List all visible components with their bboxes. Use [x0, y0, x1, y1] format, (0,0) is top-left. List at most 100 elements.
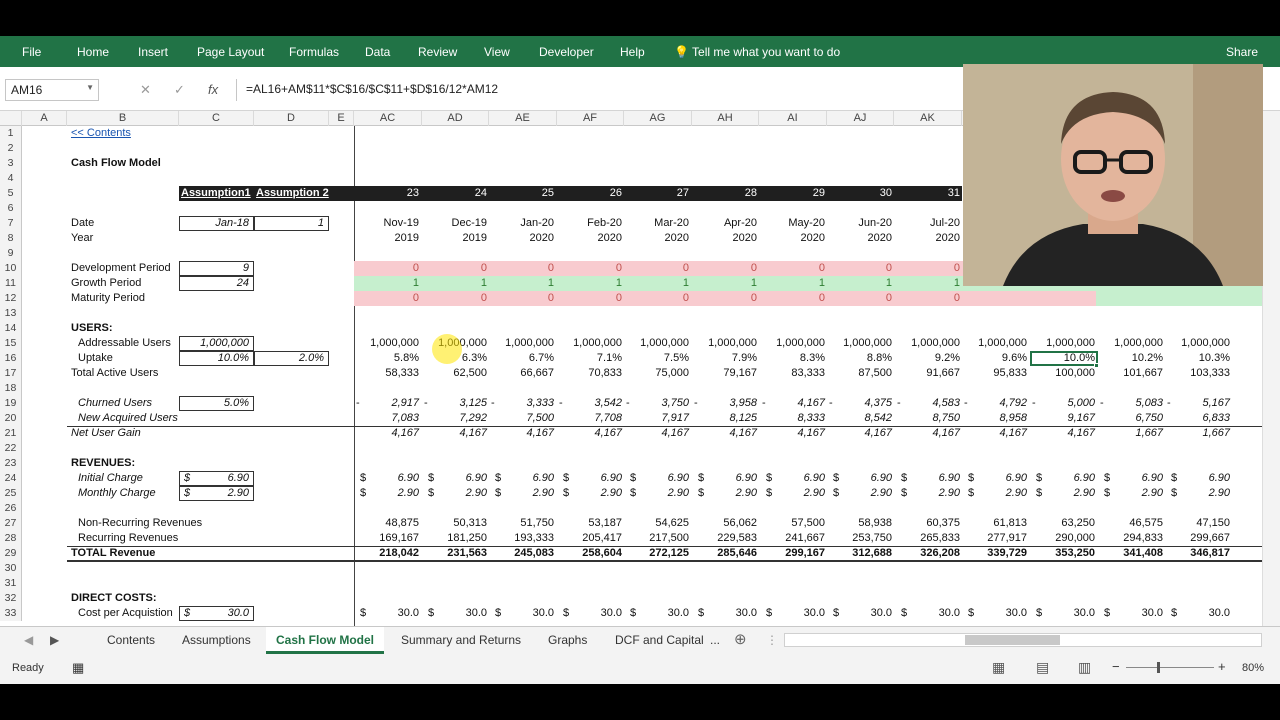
more-options-icon[interactable]: ⋮	[766, 633, 778, 647]
row-header-11[interactable]: 11	[0, 276, 22, 291]
row-header-17[interactable]: 17	[0, 366, 22, 381]
row-header-30[interactable]: 30	[0, 561, 22, 576]
zoom-slider-thumb[interactable]	[1157, 662, 1160, 673]
contents-link[interactable]: << Contents	[71, 127, 171, 140]
sheet-tab-summary-and-returns[interactable]: Summary and Returns	[401, 633, 521, 647]
row-header-8[interactable]: 8	[0, 231, 22, 246]
sheet-tab-cash-flow-model[interactable]: Cash Flow Model	[266, 627, 385, 654]
ribbon-tab-page-layout[interactable]: Page Layout	[197, 45, 264, 59]
sheet-tab-dcf-and-capital[interactable]: DCF and Capital	[615, 633, 704, 647]
prev-sheet-icon[interactable]: ◀	[24, 633, 33, 647]
ribbon-tab-view[interactable]: View	[484, 45, 510, 59]
column-header-af[interactable]: AF	[557, 111, 624, 126]
row-header-14[interactable]: 14	[0, 321, 22, 336]
input-monthly-charge[interactable]: 2.90	[179, 487, 249, 500]
row-header-20[interactable]: 20	[0, 411, 22, 426]
row-header-15[interactable]: 15	[0, 336, 22, 351]
input-initial-charge[interactable]: 6.90	[179, 472, 249, 485]
ribbon-tab-file[interactable]: File	[22, 45, 41, 59]
ribbon-tab-data[interactable]: Data	[365, 45, 390, 59]
row-header-10[interactable]: 10	[0, 261, 22, 276]
column-header-ai[interactable]: AI	[759, 111, 827, 126]
row-header-3[interactable]: 3	[0, 156, 22, 171]
row-header-29[interactable]: 29	[0, 546, 22, 561]
column-header-ag[interactable]: AG	[624, 111, 692, 126]
row-header-24[interactable]: 24	[0, 471, 22, 486]
column-header-ah[interactable]: AH	[692, 111, 759, 126]
row-header-12[interactable]: 12	[0, 291, 22, 306]
sheet-tab-contents[interactable]: Contents	[107, 633, 155, 647]
row-header-25[interactable]: 25	[0, 486, 22, 501]
ribbon-tab-help[interactable]: Help	[620, 45, 645, 59]
tell-me-search[interactable]: 💡 Tell me what you want to do	[674, 45, 840, 59]
column-header-b[interactable]: B	[67, 111, 179, 126]
zoom-slider[interactable]	[1126, 667, 1214, 668]
row-header-1[interactable]: 1	[0, 126, 22, 141]
row-header-6[interactable]: 6	[0, 201, 22, 216]
row-header-7[interactable]: 7	[0, 216, 22, 231]
horizontal-scrollbar[interactable]	[784, 633, 1262, 647]
zoom-in-icon[interactable]: +	[1218, 659, 1226, 674]
zoom-level[interactable]: 80%	[1242, 662, 1264, 674]
ribbon-tab-home[interactable]: Home	[77, 45, 109, 59]
fill-handle[interactable]	[1094, 363, 1099, 368]
name-box[interactable]: AM16 ▼	[5, 79, 99, 101]
row-header-23[interactable]: 23	[0, 456, 22, 471]
column-header-ad[interactable]: AD	[422, 111, 489, 126]
sheet-tab-assumptions[interactable]: Assumptions	[182, 633, 251, 647]
sheet-tab-graphs[interactable]: Graphs	[548, 633, 587, 647]
input-cost-per-acquisition[interactable]: 30.0	[179, 607, 249, 620]
column-header-ac[interactable]: AC	[354, 111, 422, 126]
row-header-19[interactable]: 19	[0, 396, 22, 411]
column-header-ak[interactable]: AK	[894, 111, 962, 126]
column-header-a[interactable]: A	[22, 111, 67, 126]
input-uptake-max[interactable]: 10.0%	[179, 352, 249, 365]
selected-cell-am16[interactable]	[1030, 351, 1098, 366]
column-header-aj[interactable]: AJ	[827, 111, 894, 126]
page-break-view-icon[interactable]: ▥	[1078, 659, 1091, 676]
row-header-4[interactable]: 4	[0, 171, 22, 186]
row-header-33[interactable]: 33	[0, 606, 22, 621]
sheet-tab--[interactable]: ...	[710, 633, 720, 647]
row-header-16[interactable]: 16	[0, 351, 22, 366]
input-uptake-start[interactable]: 2.0%	[254, 352, 324, 365]
row-header-27[interactable]: 27	[0, 516, 22, 531]
row-header-13[interactable]: 13	[0, 306, 22, 321]
input-addressable-users[interactable]: 1,000,000	[179, 337, 249, 350]
page-layout-view-icon[interactable]: ▤	[1036, 659, 1049, 676]
normal-view-icon[interactable]: ▦	[992, 659, 1005, 676]
column-header-e[interactable]: E	[329, 111, 354, 126]
row-header-22[interactable]: 22	[0, 441, 22, 456]
macro-record-icon[interactable]: ▦	[72, 660, 84, 676]
row-header-9[interactable]: 9	[0, 246, 22, 261]
column-header-ae[interactable]: AE	[489, 111, 557, 126]
row-header-18[interactable]: 18	[0, 381, 22, 396]
row-header-2[interactable]: 2	[0, 141, 22, 156]
column-header-d[interactable]: D	[254, 111, 329, 126]
chevron-down-icon[interactable]: ▼	[86, 83, 94, 92]
scrollbar-thumb[interactable]	[965, 635, 1060, 645]
ribbon-tab-review[interactable]: Review	[418, 45, 457, 59]
input-start-period[interactable]: 1	[254, 217, 324, 230]
share-button[interactable]: Share	[1226, 45, 1258, 59]
row-header-21[interactable]: 21	[0, 426, 22, 441]
input-development-period[interactable]: 9	[179, 262, 249, 275]
column-header-c[interactable]: C	[179, 111, 254, 126]
ribbon-tab-formulas[interactable]: Formulas	[289, 45, 339, 59]
input-churn-rate[interactable]: 5.0%	[179, 397, 249, 410]
insert-function-icon[interactable]: fx	[208, 82, 218, 97]
next-sheet-icon[interactable]: ▶	[50, 633, 59, 647]
zoom-out-icon[interactable]: −	[1112, 659, 1120, 674]
select-all-corner[interactable]	[0, 111, 22, 126]
cancel-icon[interactable]: ✕	[140, 82, 151, 98]
add-sheet-icon[interactable]: ⊕	[734, 630, 747, 648]
vertical-scrollbar[interactable]	[1262, 111, 1280, 626]
row-header-26[interactable]: 26	[0, 501, 22, 516]
ribbon-tab-insert[interactable]: Insert	[138, 45, 168, 59]
row-header-31[interactable]: 31	[0, 576, 22, 591]
input-start-date[interactable]: Jan-18	[179, 217, 249, 230]
ribbon-tab-developer[interactable]: Developer	[539, 45, 594, 59]
row-header-28[interactable]: 28	[0, 531, 22, 546]
input-growth-period[interactable]: 24	[179, 277, 249, 290]
confirm-icon[interactable]: ✓	[174, 82, 185, 98]
